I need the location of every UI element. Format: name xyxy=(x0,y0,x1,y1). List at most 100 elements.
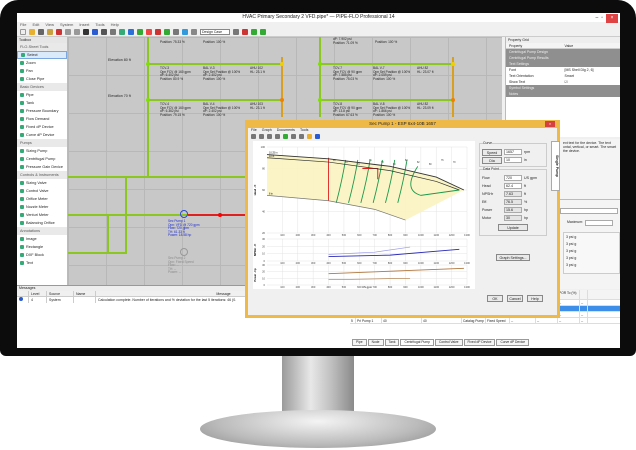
node[interactable] xyxy=(318,98,322,102)
document-icon[interactable] xyxy=(299,134,304,139)
export-icon[interactable] xyxy=(251,29,257,35)
pump-icon[interactable] xyxy=(180,248,188,256)
ok-button[interactable]: OK xyxy=(487,295,503,302)
speed-button[interactable]: Speed xyxy=(482,148,502,156)
toolbox-item[interactable]: Pan xyxy=(17,67,67,75)
list-item[interactable]: 3 psi g xyxy=(566,249,617,256)
toolbox-item[interactable]: Balancing Orifice xyxy=(17,219,67,227)
toolbox-item[interactable]: Image xyxy=(17,235,67,243)
toolbox-item[interactable]: Control Valve xyxy=(17,187,67,195)
flow-input[interactable]: 720 xyxy=(504,175,522,181)
undo-icon[interactable] xyxy=(92,29,98,35)
drop-icon[interactable] xyxy=(182,29,188,35)
folder-icon[interactable] xyxy=(307,134,312,139)
node[interactable] xyxy=(218,213,222,217)
copy-icon[interactable] xyxy=(275,134,280,139)
dialog-menu-graph[interactable]: Graph xyxy=(262,128,272,133)
copy-icon[interactable] xyxy=(65,29,71,35)
toolbox-item[interactable]: Flow Demand xyxy=(17,115,67,123)
property-category[interactable]: Notes xyxy=(506,91,620,97)
dialog-close-button[interactable]: × xyxy=(545,121,555,127)
delete-icon[interactable] xyxy=(83,29,89,35)
filter-select[interactable] xyxy=(560,208,618,214)
new-icon[interactable] xyxy=(20,29,26,35)
redo-icon[interactable] xyxy=(101,29,107,35)
toolbox-category[interactable]: Annotations xyxy=(17,227,67,235)
node[interactable] xyxy=(280,62,284,66)
calculate-icon[interactable] xyxy=(110,29,116,35)
pipe[interactable] xyxy=(319,37,321,117)
color-icon[interactable] xyxy=(146,29,152,35)
tab-curve-dp-device[interactable]: Curve dP Device xyxy=(496,339,530,346)
dia-input[interactable]: 10 xyxy=(504,157,522,163)
pipe[interactable] xyxy=(147,99,283,101)
tab-node[interactable]: Node xyxy=(367,339,384,346)
tab-fixed-dp-device[interactable]: Fixed dP Device xyxy=(463,339,496,346)
toolbox-item[interactable]: Close Pipe xyxy=(17,75,67,83)
tab-centrifugal-pump[interactable]: Centrifugal Pump xyxy=(400,339,434,346)
graph-settings-button[interactable]: Graph Settings... xyxy=(496,254,530,261)
dialog-menu-file[interactable]: File xyxy=(251,128,257,133)
toolbox-item[interactable]: Curve dP Device xyxy=(17,131,67,139)
zoom-icon[interactable] xyxy=(119,29,125,35)
toolbox-item[interactable]: Pipe xyxy=(17,91,67,99)
list-item[interactable]: 3 psi g xyxy=(566,263,617,270)
node[interactable] xyxy=(146,62,150,66)
chart-icon[interactable] xyxy=(242,29,248,35)
align-icon[interactable] xyxy=(137,29,143,35)
table-row[interactable]: 5 Pri Pump 1 40 40 Catalog Pump Fixed Speed --… xyxy=(350,318,620,324)
save-icon[interactable] xyxy=(267,134,272,139)
toolbox-item[interactable]: Sizing Pump xyxy=(17,147,67,155)
design-case-select[interactable]: Design Case xyxy=(200,29,230,35)
case-icon[interactable] xyxy=(191,29,197,35)
grid-icon[interactable] xyxy=(128,29,134,35)
message-col-header[interactable] xyxy=(17,291,29,296)
open-icon[interactable] xyxy=(29,29,35,35)
toolbox-item[interactable]: Text xyxy=(17,259,67,267)
message-col-header[interactable]: Name xyxy=(74,291,96,296)
list-item[interactable]: 3 psi g xyxy=(566,235,617,242)
toolbox-item[interactable]: Nozzle Meter xyxy=(17,203,67,211)
list-item[interactable]: 3 psi g xyxy=(566,242,617,249)
pipe[interactable] xyxy=(281,57,283,117)
dialog-menu-documents[interactable]: Documents xyxy=(277,128,295,133)
toolbox-item[interactable]: Zoom xyxy=(17,59,67,67)
tab-control-valve[interactable]: Control Valve xyxy=(434,339,463,346)
single-pump-tab[interactable]: Single Pump xyxy=(551,141,560,191)
node[interactable] xyxy=(146,98,150,102)
print-preview-icon[interactable] xyxy=(259,134,264,139)
toolbox-item[interactable]: Select xyxy=(17,51,67,59)
toolbox-item[interactable]: Pressure Boundary xyxy=(17,107,67,115)
print-icon[interactable] xyxy=(251,134,256,139)
toolbox-item[interactable]: Tank xyxy=(17,99,67,107)
paste-icon[interactable] xyxy=(74,29,80,35)
cancel-button[interactable]: Cancel xyxy=(507,295,523,302)
toolbox-category[interactable]: Pumps xyxy=(17,139,67,147)
export-icon[interactable] xyxy=(283,134,288,139)
pipe[interactable] xyxy=(68,252,126,254)
report-icon[interactable] xyxy=(155,29,161,35)
settings-icon[interactable] xyxy=(291,134,296,139)
cut-icon[interactable] xyxy=(56,29,62,35)
toolbox-item[interactable]: Rectangle xyxy=(17,243,67,251)
save-icon[interactable] xyxy=(38,29,44,35)
toolbox-item[interactable]: Sizing Valve xyxy=(17,179,67,187)
dia-button[interactable]: Dia xyxy=(482,156,502,164)
toolbox-item[interactable]: Fixed dP Device xyxy=(17,123,67,131)
pipe[interactable] xyxy=(68,176,268,178)
help-icon[interactable] xyxy=(315,134,320,139)
help-button[interactable]: Help xyxy=(527,295,543,302)
toolbox-category[interactable]: FLO-Sheet Tools xyxy=(17,43,67,51)
node[interactable] xyxy=(318,62,322,66)
table-icon[interactable] xyxy=(233,29,239,35)
pipe[interactable] xyxy=(147,37,149,178)
toolbox-item[interactable]: Pressure Gain Device xyxy=(17,163,67,171)
toolbox-category[interactable]: Controls & Instruments xyxy=(17,171,67,179)
grid-col-header[interactable] xyxy=(580,290,588,299)
message-col-header[interactable]: Source xyxy=(47,291,74,296)
node[interactable] xyxy=(280,98,284,102)
toolbox-category[interactable]: Basic Devices xyxy=(17,83,67,91)
toolbox-item[interactable]: Centrifugal Pump xyxy=(17,155,67,163)
pump-icon[interactable] xyxy=(180,210,188,218)
node[interactable] xyxy=(451,62,455,66)
